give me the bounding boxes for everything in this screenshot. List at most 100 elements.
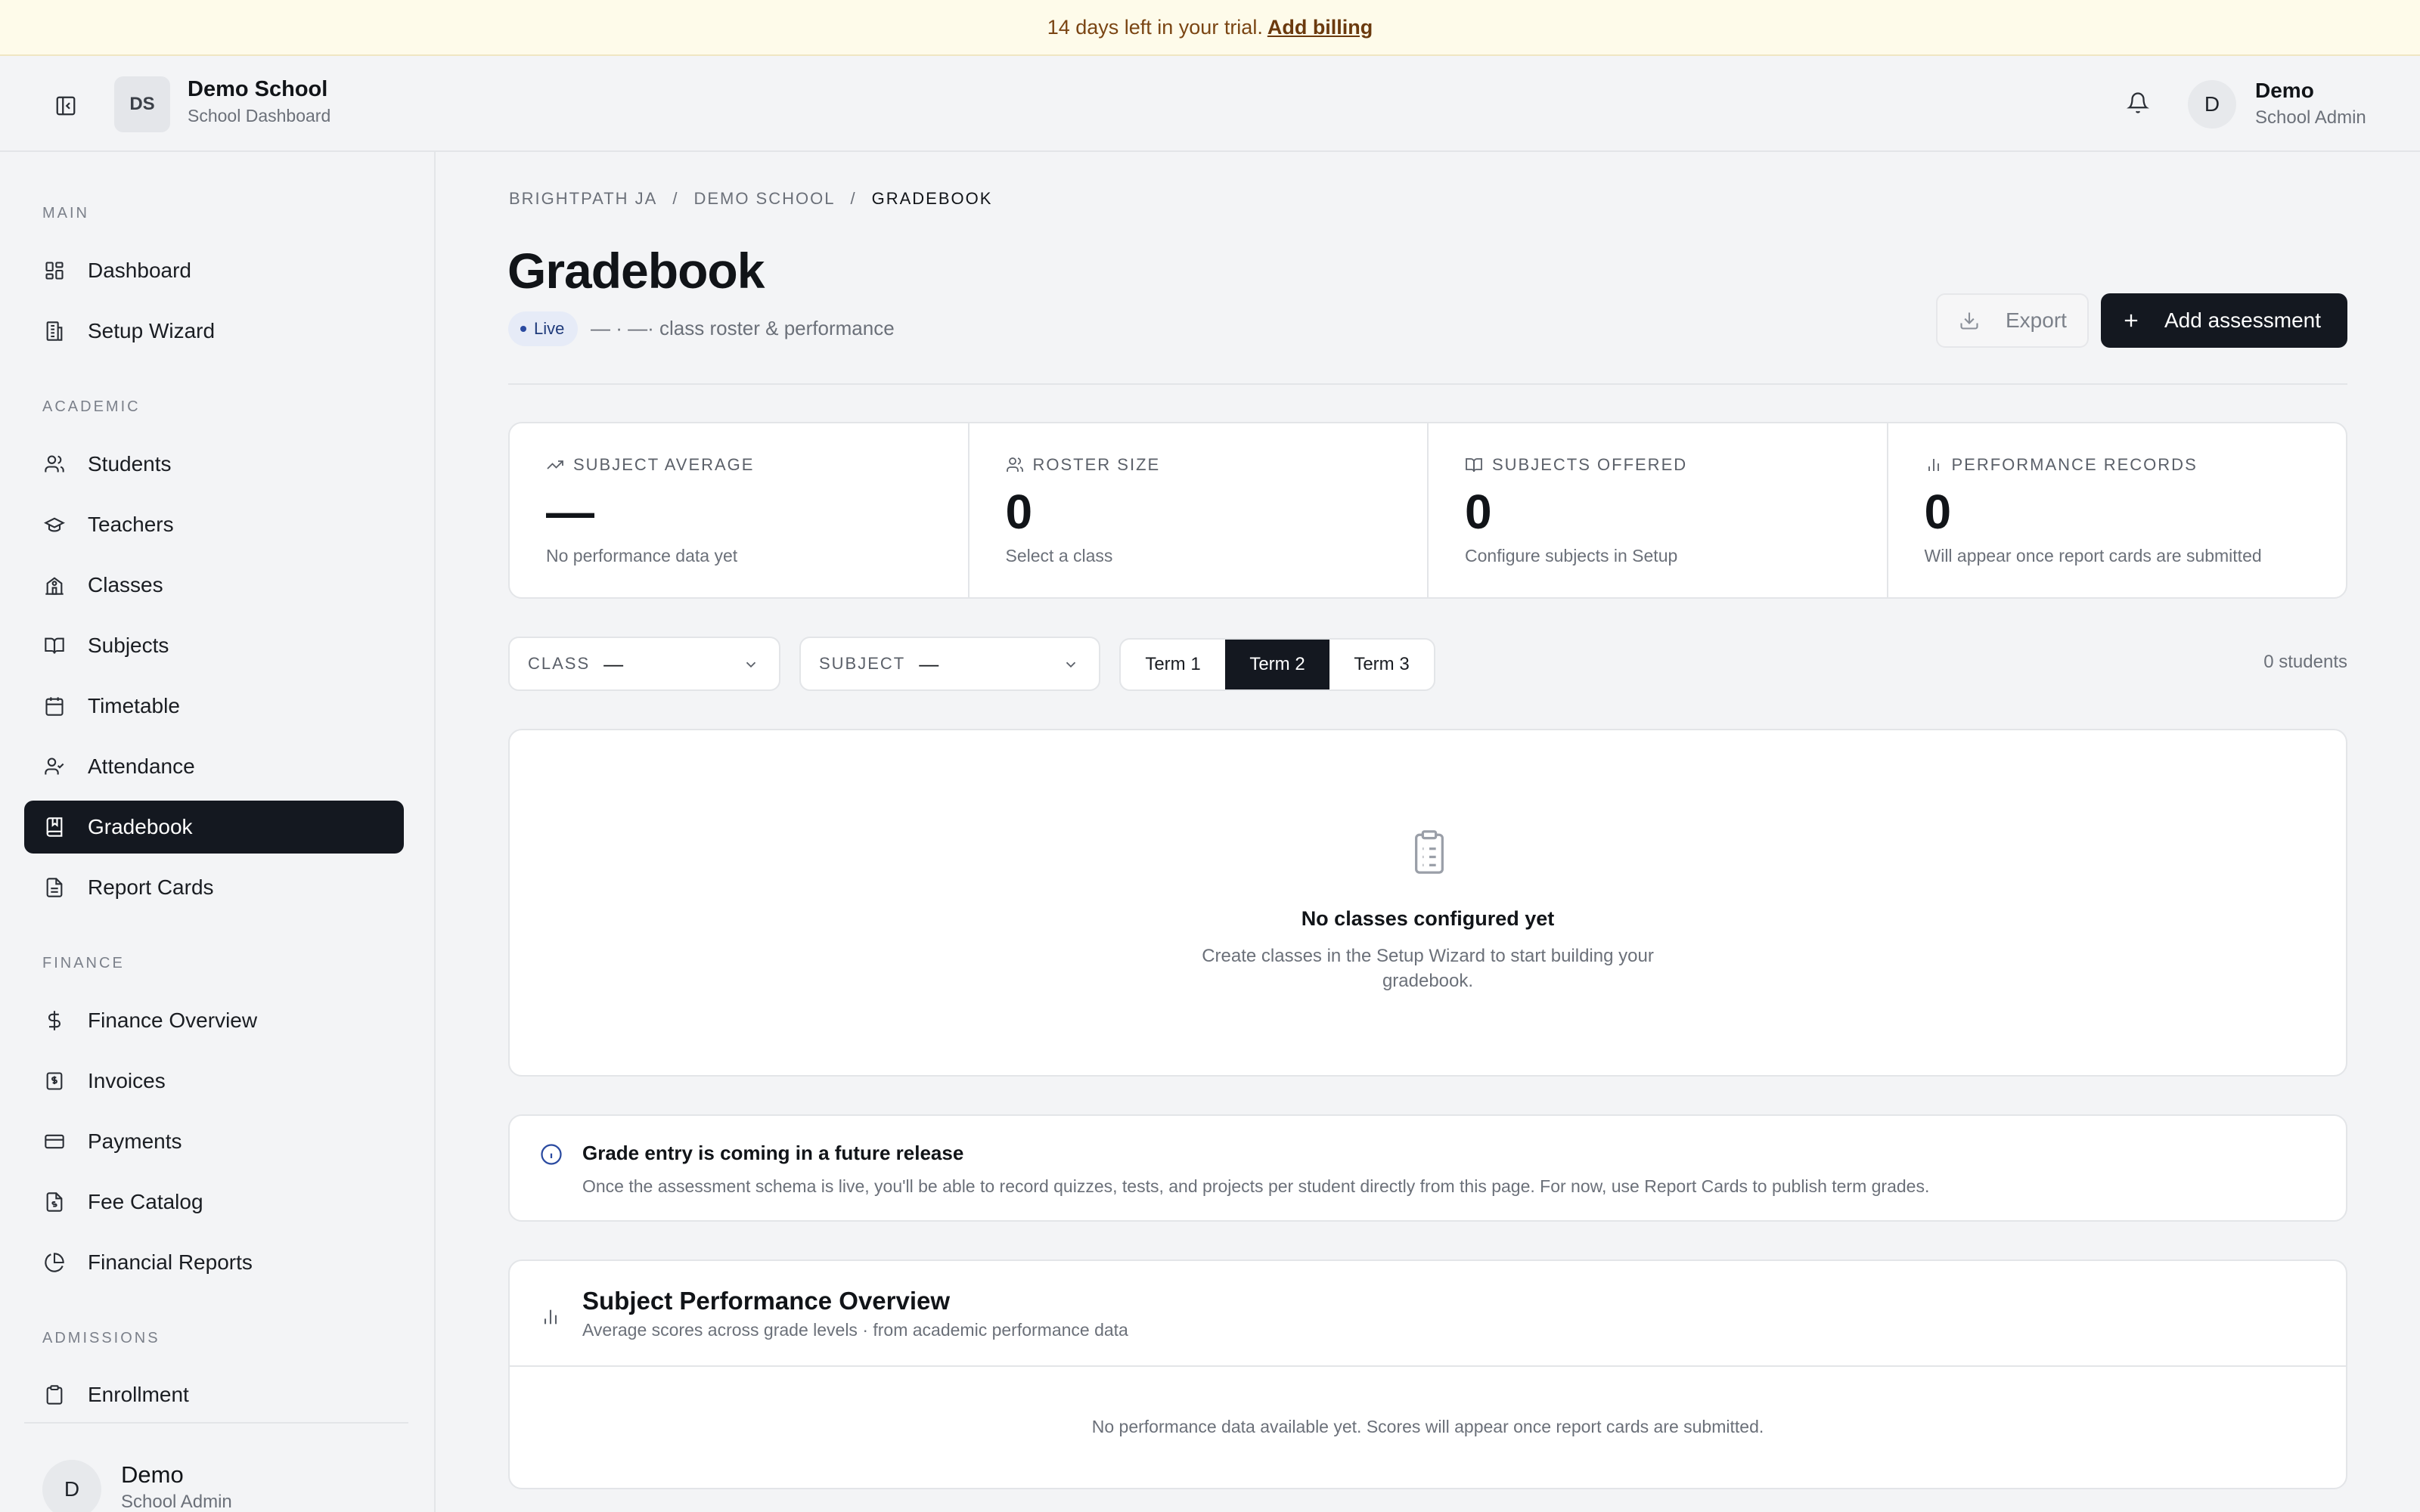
pie-chart-icon: [42, 1250, 67, 1275]
stat-label-row: SUBJECT AVERAGE: [546, 455, 754, 475]
sidebar-item-payments[interactable]: Payments: [24, 1115, 404, 1168]
sidebar-item-finance-overview[interactable]: Finance Overview: [24, 994, 404, 1047]
add-assessment-label: Add assessment: [2164, 308, 2321, 332]
dashboard-icon: [42, 259, 67, 283]
sidebar-item-attendance[interactable]: Attendance: [24, 740, 404, 793]
sidebar-item-students[interactable]: Students: [24, 438, 404, 491]
dollar-icon: [42, 1009, 67, 1033]
gradebook-empty-state: No classes configured yet Create classes…: [508, 729, 2347, 1077]
users-icon: [42, 452, 67, 476]
performance-subtitle: Average scores across grade levels · fro…: [582, 1320, 1128, 1340]
user-avatar[interactable]: D: [2188, 80, 2236, 129]
stat-note: Will appear once report cards are submit…: [1924, 546, 2262, 565]
bar-chart-icon: [540, 1306, 561, 1328]
users-icon: [1006, 456, 1024, 474]
sidebar-item-subjects[interactable]: Subjects: [24, 619, 404, 672]
sidebar-toggle-icon[interactable]: [48, 88, 83, 123]
user-check-icon: [42, 754, 67, 779]
export-button[interactable]: Export: [1936, 293, 2089, 348]
calendar-icon: [42, 694, 67, 718]
stats-card: SUBJECT AVERAGE — No performance data ye…: [508, 422, 2347, 599]
graduation-cap-icon: [42, 513, 67, 537]
user-name: Demo: [2255, 79, 2314, 102]
stat-performance-records: PERFORMANCE RECORDS 0 Will appear once r…: [1888, 423, 2347, 597]
breadcrumb-separator: /: [850, 189, 857, 208]
book-open-icon: [42, 634, 67, 658]
sidebar-divider: [24, 1422, 408, 1424]
sidebar: MAIN Dashboard Setup Wizard ACADEMIC Stu…: [0, 152, 436, 1512]
stat-value: 0: [1465, 485, 1492, 539]
student-count: 0 students: [2263, 652, 2347, 672]
class-select[interactable]: CLASS —: [508, 637, 780, 691]
top-header: DS Demo School School Dashboard D Demo S…: [0, 56, 2420, 152]
sidebar-item-label: Gradebook: [88, 815, 193, 838]
building-icon: [42, 319, 67, 343]
divider: [510, 1365, 2346, 1367]
tab-term-1[interactable]: Term 1: [1121, 640, 1225, 689]
sidebar-item-label: Timetable: [88, 694, 180, 717]
stat-subjects-offered: SUBJECTS OFFERED 0 Configure subjects in…: [1429, 423, 1888, 597]
sidebar-item-label: Financial Reports: [88, 1250, 253, 1274]
plus-icon: [2121, 310, 2142, 331]
info-notice: Grade entry is coming in a future releas…: [508, 1114, 2347, 1222]
book-marked-icon: [42, 815, 67, 839]
export-label: Export: [2006, 308, 2067, 332]
sidebar-item-fee-catalog[interactable]: Fee Catalog: [24, 1176, 404, 1228]
stat-roster-size: ROSTER SIZE 0 Select a class: [970, 423, 1429, 597]
section-finance: FINANCE: [42, 955, 125, 971]
subject-select[interactable]: SUBJECT —: [799, 637, 1100, 691]
subject-select-label: SUBJECT: [819, 654, 906, 673]
stat-label: SUBJECTS OFFERED: [1492, 455, 1688, 474]
sidebar-item-setup-wizard[interactable]: Setup Wizard: [24, 305, 404, 358]
breadcrumb-current: GRADEBOOK: [871, 189, 993, 208]
stat-value: 0: [1005, 485, 1033, 539]
info-icon: [540, 1143, 563, 1166]
stat-label-row: SUBJECTS OFFERED: [1465, 455, 1687, 475]
sidebar-item-report-cards[interactable]: Report Cards: [24, 861, 404, 914]
chevron-down-icon: [743, 656, 759, 673]
credit-card-icon: [42, 1129, 67, 1154]
performance-title: Subject Performance Overview: [582, 1287, 951, 1315]
sidebar-item-invoices[interactable]: Invoices: [24, 1055, 404, 1108]
sidebar-item-label: Invoices: [88, 1069, 166, 1092]
download-icon: [1959, 310, 1980, 331]
stat-label-row: ROSTER SIZE: [1006, 455, 1161, 475]
tab-term-2[interactable]: Term 2: [1225, 640, 1329, 689]
stat-label: ROSTER SIZE: [1032, 455, 1161, 474]
sidebar-item-dashboard[interactable]: Dashboard: [24, 244, 404, 297]
sidebar-item-classes[interactable]: Classes: [24, 559, 404, 612]
sidebar-item-timetable[interactable]: Timetable: [24, 680, 404, 733]
divider: [508, 383, 2347, 385]
sidebar-item-label: Students: [88, 452, 172, 476]
school-subtitle: School Dashboard: [188, 106, 331, 125]
page-subtitle: — · —· class roster & performance: [591, 317, 895, 339]
sidebar-item-teachers[interactable]: Teachers: [24, 498, 404, 551]
live-dot-icon: [520, 326, 526, 332]
stat-label: PERFORMANCE RECORDS: [1951, 455, 2198, 474]
add-billing-link[interactable]: Add billing: [1267, 16, 1373, 39]
footer-user-role: School Admin: [121, 1492, 232, 1512]
stat-note: Configure subjects in Setup: [1465, 546, 1678, 565]
class-select-label: CLASS: [528, 654, 591, 673]
book-open-icon: [1465, 456, 1483, 474]
stat-note: No performance data yet: [546, 546, 738, 565]
clipboard-icon: [42, 1383, 67, 1407]
trending-up-icon: [546, 456, 564, 474]
sidebar-item-financial-reports[interactable]: Financial Reports: [24, 1236, 404, 1289]
subject-select-value: —: [919, 652, 939, 675]
add-assessment-button[interactable]: Add assessment: [2101, 293, 2347, 348]
stat-label: SUBJECT AVERAGE: [573, 455, 755, 474]
section-main: MAIN: [42, 205, 89, 222]
receipt-icon: [42, 1069, 67, 1093]
sidebar-item-gradebook[interactable]: Gradebook: [24, 801, 404, 854]
info-title: Grade entry is coming in a future releas…: [582, 1142, 964, 1164]
bell-icon[interactable]: [2121, 86, 2155, 119]
tab-term-3[interactable]: Term 3: [1329, 640, 1434, 689]
breadcrumb-school[interactable]: DEMO SCHOOL: [693, 189, 835, 209]
sidebar-item-enrollment[interactable]: Enrollment: [24, 1369, 404, 1414]
footer-user-avatar[interactable]: D: [42, 1460, 101, 1512]
breadcrumb-org[interactable]: BRIGHTPATH JA: [509, 189, 657, 209]
file-list-icon: [42, 1190, 67, 1214]
sidebar-item-label: Classes: [88, 573, 163, 596]
sidebar-item-label: Setup Wizard: [88, 319, 216, 342]
